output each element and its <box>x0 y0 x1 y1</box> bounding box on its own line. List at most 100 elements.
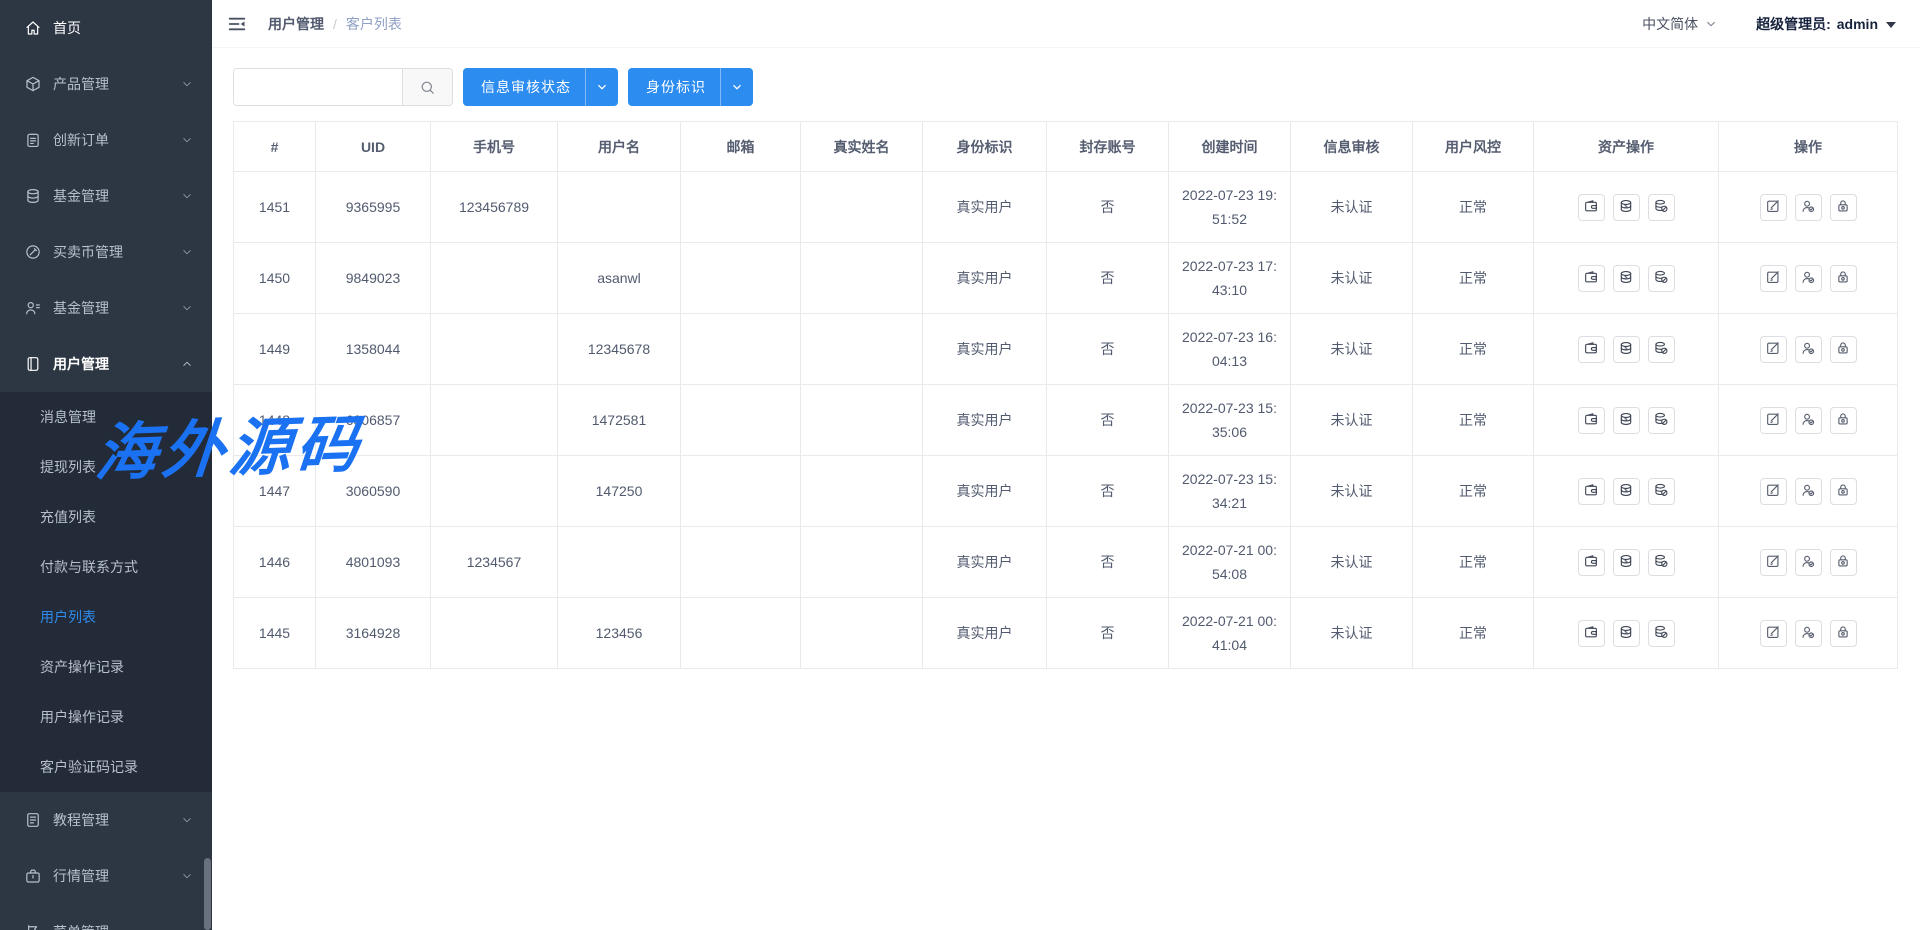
collapse-menu-icon[interactable] <box>226 13 248 35</box>
language-selector[interactable]: 中文简体 <box>1642 14 1718 34</box>
lock-button[interactable] <box>1830 194 1857 221</box>
created-time-line: 2022-07-23 19: <box>1169 183 1290 207</box>
coins-off-button[interactable] <box>1648 336 1675 363</box>
coins-off-button[interactable] <box>1648 194 1675 221</box>
sidebar-subitem[interactable]: 资产操作记录 <box>0 642 212 692</box>
user-verify-button[interactable] <box>1795 478 1822 505</box>
sidebar-item-home[interactable]: 首页 <box>0 0 212 56</box>
sidebar-item-label: 首页 <box>53 18 194 38</box>
lock-button[interactable] <box>1830 620 1857 647</box>
wallet-button[interactable] <box>1578 620 1605 647</box>
lock-icon <box>1835 411 1851 430</box>
chevron-down-icon <box>180 869 194 883</box>
sidebar-subitem[interactable]: 充值列表 <box>0 492 212 542</box>
user-verify-button[interactable] <box>1795 407 1822 434</box>
cell-sealed: 否 <box>1047 385 1169 456</box>
chevron-down-icon <box>180 813 194 827</box>
coins-dollar-button[interactable]: $ <box>1613 265 1640 292</box>
lock-button[interactable] <box>1830 265 1857 292</box>
column-header: 手机号 <box>431 122 558 172</box>
sidebar-item-tutorial[interactable]: 教程管理 <box>0 792 212 848</box>
cell-realname <box>801 314 923 385</box>
table-row: 14453164928123456真实用户否2022-07-21 00:41:0… <box>234 598 1898 669</box>
cell-asset-actions: $ <box>1534 243 1719 314</box>
coins-off-button[interactable] <box>1648 407 1675 434</box>
user-verify-button[interactable] <box>1795 620 1822 647</box>
edit-button[interactable] <box>1760 265 1787 292</box>
coins-off-button[interactable] <box>1648 549 1675 576</box>
created-time-line: 43:10 <box>1169 278 1290 302</box>
coins-dollar-button[interactable]: $ <box>1613 478 1640 505</box>
coins-off-button[interactable] <box>1648 265 1675 292</box>
column-header: 邮箱 <box>681 122 801 172</box>
column-header: 真实姓名 <box>801 122 923 172</box>
sidebar-item-menu-management[interactable]: 菜单管理 <box>0 904 212 930</box>
lock-button[interactable] <box>1830 549 1857 576</box>
chevron-down-icon <box>721 80 753 94</box>
user-management-icon <box>24 355 42 373</box>
svg-text:$: $ <box>1624 417 1628 423</box>
coins-off-button[interactable] <box>1648 478 1675 505</box>
sidebar-item-innovation-order[interactable]: 创新订单 <box>0 112 212 168</box>
sidebar-subitem[interactable]: 提现列表 <box>0 442 212 492</box>
cell-risk: 正常 <box>1413 385 1534 456</box>
lock-button[interactable] <box>1830 407 1857 434</box>
menu-management-icon <box>24 923 42 930</box>
sidebar-subitem[interactable]: 消息管理 <box>0 392 212 442</box>
wallet-icon <box>1583 198 1599 217</box>
cell-review: 未认证 <box>1291 527 1413 598</box>
edit-button[interactable] <box>1760 478 1787 505</box>
breadcrumb-item-current[interactable]: 客户列表 <box>346 14 402 34</box>
cell-review: 未认证 <box>1291 243 1413 314</box>
sidebar-item-fund-user[interactable]: 基金管理 <box>0 280 212 336</box>
coins-dollar-button[interactable]: $ <box>1613 620 1640 647</box>
created-time-line: 2022-07-21 00: <box>1169 538 1290 562</box>
sidebar-scrollbar-thumb[interactable] <box>204 858 211 930</box>
wallet-button[interactable] <box>1578 478 1605 505</box>
coins-dollar-button[interactable]: $ <box>1613 407 1640 434</box>
cell-asset-actions: $ <box>1534 172 1719 243</box>
filter-review-status-button[interactable]: 信息审核状态 <box>463 68 618 106</box>
sidebar-item-fund-coins[interactable]: 基金管理 <box>0 168 212 224</box>
cell-row-actions <box>1719 456 1898 527</box>
coins-dollar-button[interactable]: $ <box>1613 194 1640 221</box>
sidebar-subitem[interactable]: 用户列表 <box>0 592 212 642</box>
admin-dropdown[interactable]: 超级管理员: admin <box>1756 14 1896 34</box>
coins-off-button[interactable] <box>1648 620 1675 647</box>
edit-button[interactable] <box>1760 407 1787 434</box>
filter-identity-button[interactable]: 身份标识 <box>628 68 753 106</box>
sidebar-item-product[interactable]: 产品管理 <box>0 56 212 112</box>
cell-risk: 正常 <box>1413 527 1534 598</box>
wallet-button[interactable] <box>1578 336 1605 363</box>
edit-button[interactable] <box>1760 336 1787 363</box>
sidebar-item-user-management[interactable]: 用户管理 <box>0 336 212 392</box>
sidebar-subitem[interactable]: 客户验证码记录 <box>0 742 212 792</box>
wallet-button[interactable] <box>1578 265 1605 292</box>
wallet-button[interactable] <box>1578 194 1605 221</box>
created-time-line: 2022-07-23 15: <box>1169 396 1290 420</box>
sidebar-subitem[interactable]: 用户操作记录 <box>0 692 212 742</box>
sidebar-subitem[interactable]: 付款与联系方式 <box>0 542 212 592</box>
edit-button[interactable] <box>1760 549 1787 576</box>
search-input[interactable] <box>234 69 402 105</box>
wallet-button[interactable] <box>1578 407 1605 434</box>
coins-dollar-button[interactable]: $ <box>1613 549 1640 576</box>
lock-button[interactable] <box>1830 478 1857 505</box>
user-verify-button[interactable] <box>1795 549 1822 576</box>
search-button[interactable] <box>402 69 452 105</box>
sidebar-item-coin-trade[interactable]: 买卖币管理 <box>0 224 212 280</box>
sidebar-item-market[interactable]: 行情管理 <box>0 848 212 904</box>
lock-button[interactable] <box>1830 336 1857 363</box>
edit-button[interactable] <box>1760 194 1787 221</box>
sidebar-item-label: 用户管理 <box>53 354 180 374</box>
wallet-button[interactable] <box>1578 549 1605 576</box>
created-time-line: 51:52 <box>1169 207 1290 231</box>
coins-dollar-button[interactable]: $ <box>1613 336 1640 363</box>
user-verify-button[interactable] <box>1795 336 1822 363</box>
wallet-icon <box>1583 340 1599 359</box>
user-verify-button[interactable] <box>1795 265 1822 292</box>
breadcrumb-item-parent[interactable]: 用户管理 <box>268 14 324 34</box>
user-verify-button[interactable] <box>1795 194 1822 221</box>
coins-off-icon <box>1653 553 1669 572</box>
edit-button[interactable] <box>1760 620 1787 647</box>
